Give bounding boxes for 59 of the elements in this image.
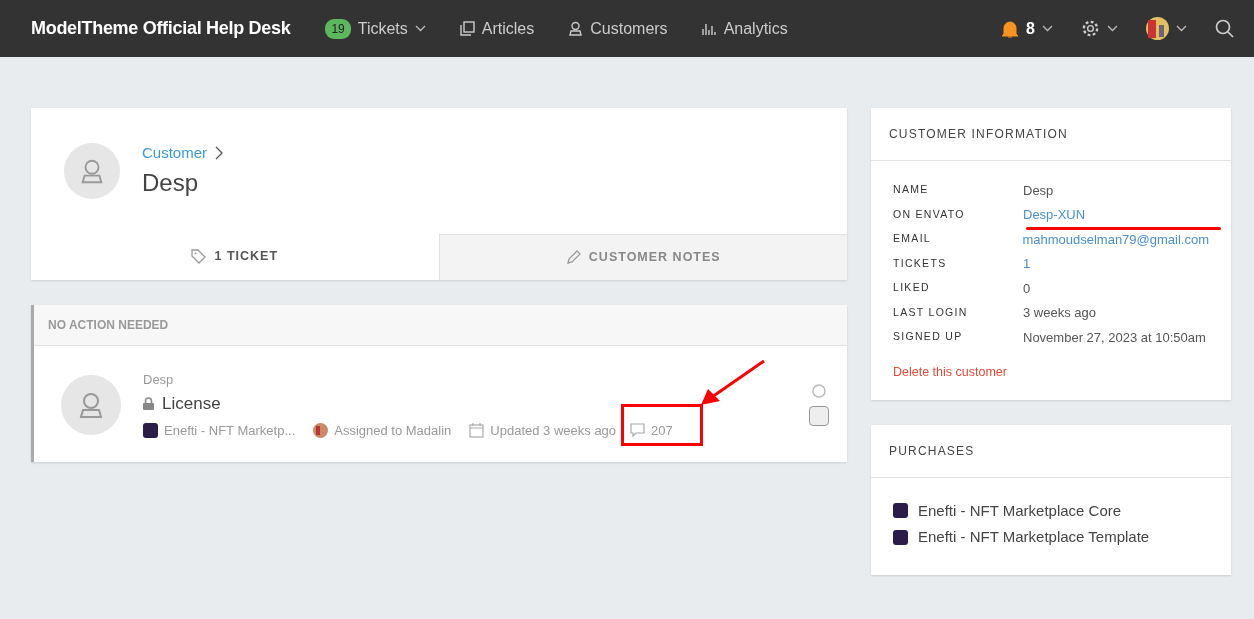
product-name: Enefti - NFT Marketp... <box>164 421 296 440</box>
nav-link[interactable]: Analytics <box>701 16 788 41</box>
calendar-icon <box>469 422 485 438</box>
profile-button[interactable] <box>1146 17 1187 40</box>
nav-link[interactable]: 19 Tickets <box>325 16 426 41</box>
chevron-icon <box>1107 25 1118 32</box>
reply-count: 207 <box>651 421 673 440</box>
chevron-icon <box>1176 25 1187 32</box>
count-badge: 19 <box>325 18 351 39</box>
nav-link[interactable]: Customers <box>568 16 668 41</box>
info-value: mahmoudselman79@gmail.com <box>1022 231 1209 247</box>
info-link[interactable]: Desp-XUN <box>1023 205 1086 225</box>
product-icon <box>143 422 158 438</box>
lock-icon <box>143 397 154 411</box>
product-icon <box>893 503 908 519</box>
chevron-right-icon <box>215 146 224 161</box>
ticket-title[interactable]: License <box>162 391 221 417</box>
updated-time: Updated 3 weeks ago <box>490 421 617 440</box>
copy-icon <box>459 21 475 36</box>
avatar-icon <box>1146 17 1169 40</box>
delete-link[interactable]: Delete this customer <box>893 364 1007 379</box>
tag-icon <box>191 249 207 264</box>
customer-name: Desp <box>143 370 175 389</box>
bell-icon <box>1001 19 1020 38</box>
info-label: EMAIL <box>893 231 932 247</box>
product-name: Enefti - NFT Marketplace Template <box>918 527 1150 547</box>
bar-chart-icon <box>701 21 717 36</box>
info-value: Desp <box>1023 181 1054 200</box>
product-name: Enefti - NFT Marketplace Core <box>918 500 1122 521</box>
group-heading: NO ACTION NEEDED <box>34 304 847 346</box>
info-label: LAST LOGIN <box>893 304 969 320</box>
info-label: NAME <box>893 182 930 198</box>
avatar-icon <box>313 422 329 438</box>
settings-button[interactable] <box>1081 19 1118 38</box>
info-label: TICKETS <box>893 255 948 271</box>
panel-title: CUSTOMER INFORMATION <box>871 108 1231 161</box>
panel-title: PURCHASES <box>871 424 1231 478</box>
user-icon <box>568 21 584 36</box>
chevron-icon <box>1042 25 1053 32</box>
assignee: Assigned to Madalin <box>334 421 452 440</box>
app-title: ModelTheme Official Help Desk <box>31 17 291 40</box>
tab[interactable]: 1 TICKET <box>31 233 439 280</box>
nav-link[interactable]: Articles <box>459 16 535 41</box>
checkbox[interactable] <box>809 405 829 426</box>
product-icon <box>893 529 908 545</box>
info-label: SIGNED UP <box>893 329 964 345</box>
chevron-icon <box>414 25 426 32</box>
info-value: November 27, 2023 at 10:50am <box>1023 328 1206 347</box>
info-label: ON ENVATO <box>893 206 966 222</box>
info-value: 3 weeks ago <box>1023 304 1096 322</box>
pencil-icon <box>565 249 581 265</box>
comment-icon <box>630 422 646 438</box>
settings-icon <box>1081 19 1100 38</box>
customer-name: Desp <box>142 167 200 198</box>
status-circle-icon <box>812 383 826 398</box>
info-value: 0 <box>1023 279 1031 298</box>
search-icon[interactable] <box>1215 19 1234 38</box>
notifications-button[interactable]: 8 <box>1001 16 1053 41</box>
info-label: LIKED <box>893 280 931 296</box>
